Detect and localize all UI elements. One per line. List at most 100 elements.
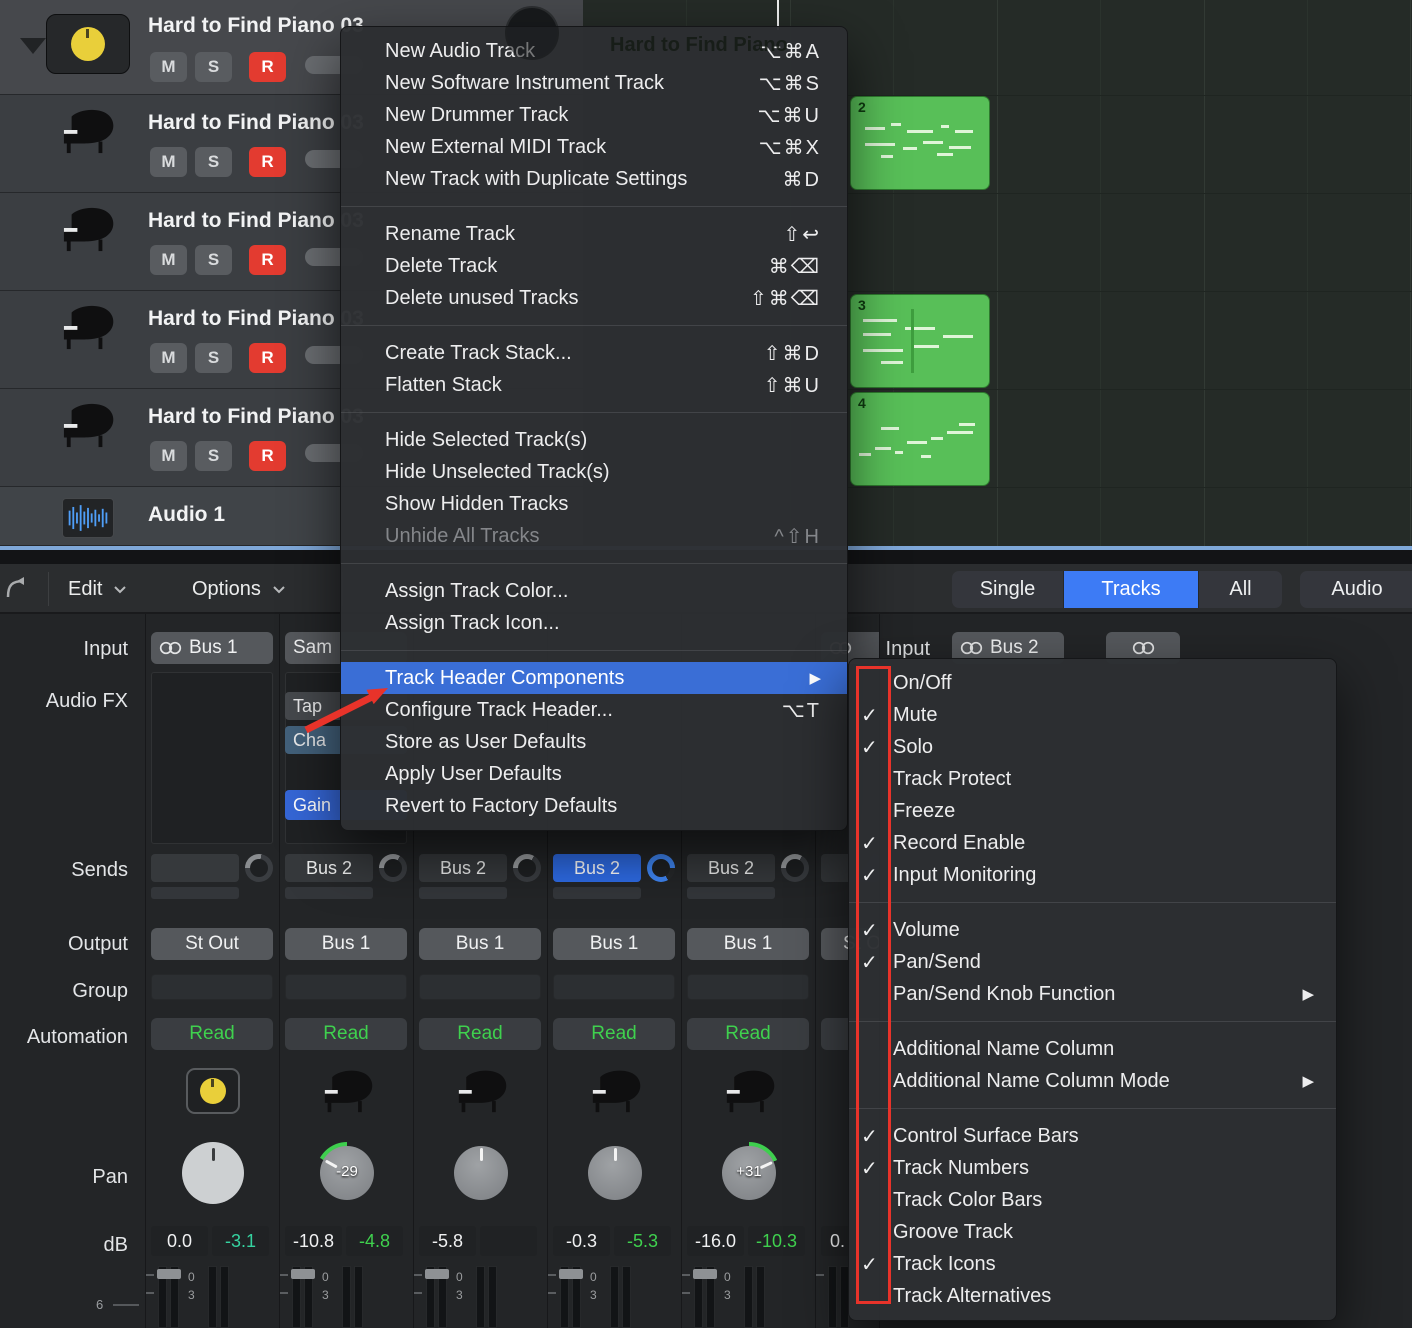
submenu-item-additional-name-column[interactable]: Additional Name Column	[849, 1033, 1336, 1065]
send-knob[interactable]	[781, 854, 809, 882]
solo-button[interactable]: S	[195, 52, 232, 82]
send-slot[interactable]	[151, 854, 239, 882]
send-bus-slot[interactable]: Bus 2	[553, 854, 641, 882]
midi-region[interactable]: 4	[850, 392, 990, 486]
volume-db-value[interactable]: -10.8	[285, 1226, 342, 1256]
submenu-item-solo[interactable]: ✓ Solo	[849, 731, 1336, 763]
send-knob[interactable]	[513, 854, 541, 882]
submenu-item-freeze[interactable]: Freeze	[849, 795, 1336, 827]
menu-item-new-external-midi-track[interactable]: New External MIDI Track ⌥⌘X	[341, 131, 847, 163]
output-slot[interactable]: St Out	[151, 928, 273, 960]
menu-item-assign-track-color[interactable]: Assign Track Color...	[341, 575, 847, 607]
fader-handle[interactable]	[291, 1269, 315, 1279]
menu-item-track-header-components[interactable]: Track Header Components ▶	[341, 662, 847, 694]
track-name[interactable]: Hard to Find Piano 03	[148, 307, 364, 331]
output-slot[interactable]: Bus 1	[553, 928, 675, 960]
group-slot[interactable]	[285, 974, 407, 1000]
fader-handle[interactable]	[693, 1269, 717, 1279]
output-slot[interactable]: Bus 1	[419, 928, 541, 960]
submenu-item-pan-send-knob-function[interactable]: Pan/Send Knob Function ▶	[849, 978, 1336, 1010]
automation-mode-button[interactable]: Read	[151, 1018, 273, 1050]
menu-item-new-drummer-track[interactable]: New Drummer Track ⌥⌘U	[341, 99, 847, 131]
automation-mode-button[interactable]: Read	[419, 1018, 541, 1050]
volume-db-value[interactable]: -16.0	[687, 1226, 744, 1256]
submenu-item-on-off[interactable]: On/Off	[849, 667, 1336, 699]
audio-fx-area[interactable]	[151, 672, 273, 844]
group-slot[interactable]	[151, 974, 273, 1000]
mute-button[interactable]: M	[150, 441, 187, 471]
send-knob[interactable]	[245, 854, 273, 882]
fader-handle[interactable]	[157, 1269, 181, 1279]
input-slot[interactable]: Bus 1	[151, 632, 273, 664]
menu-item-configure-track-header[interactable]: Configure Track Header... ⌥T	[341, 694, 847, 726]
submenu-item-record-enable[interactable]: ✓ Record Enable	[849, 827, 1336, 859]
submenu-item-track-icons[interactable]: ✓ Track Icons	[849, 1248, 1336, 1280]
submenu-item-volume[interactable]: ✓ Volume	[849, 914, 1336, 946]
send-knob[interactable]	[379, 854, 407, 882]
solo-button[interactable]: S	[195, 147, 232, 177]
menu-item-apply-user-defaults[interactable]: Apply User Defaults	[341, 758, 847, 790]
automation-mode-button[interactable]: Read	[553, 1018, 675, 1050]
menu-item-hide-unselected-tracks[interactable]: Hide Unselected Track(s)	[341, 456, 847, 488]
track-name[interactable]: Hard to Find Piano 03	[148, 405, 364, 429]
record-enable-button[interactable]: R	[249, 147, 286, 177]
menu-item-new-software-instrument-track[interactable]: New Software Instrument Track ⌥⌘S	[341, 67, 847, 99]
record-enable-button[interactable]: R	[249, 441, 286, 471]
submenu-item-input-monitoring[interactable]: ✓ Input Monitoring	[849, 859, 1336, 891]
track-name[interactable]: Audio 1	[148, 503, 225, 527]
mute-button[interactable]: M	[150, 245, 187, 275]
midi-region[interactable]: 2	[850, 96, 990, 190]
submenu-item-track-color-bars[interactable]: Track Color Bars	[849, 1184, 1336, 1216]
fader-track[interactable]	[828, 1266, 837, 1328]
submenu-item-track-alternatives[interactable]: Track Alternatives	[849, 1280, 1336, 1312]
fader-handle[interactable]	[559, 1269, 583, 1279]
record-enable-button[interactable]: R	[249, 343, 286, 373]
send-slot-empty[interactable]	[285, 887, 373, 899]
menu-item-revert-factory-defaults[interactable]: Revert to Factory Defaults	[341, 790, 847, 822]
volume-db-value[interactable]: -5.8	[419, 1226, 476, 1256]
send-slot-empty[interactable]	[419, 887, 507, 899]
group-slot[interactable]	[687, 974, 809, 1000]
disclosure-triangle-icon[interactable]	[20, 38, 46, 54]
send-bus-slot[interactable]: Bus 2	[687, 854, 775, 882]
group-slot[interactable]	[419, 974, 541, 1000]
edit-menu-button[interactable]: Edit	[62, 570, 133, 608]
menu-item-flatten-stack[interactable]: Flatten Stack ⇧⌘U	[341, 369, 847, 401]
menu-item-show-hidden-tracks[interactable]: Show Hidden Tracks	[341, 488, 847, 520]
pan-knob[interactable]	[584, 1142, 646, 1204]
view-tracks-button[interactable]: Tracks	[1063, 571, 1198, 608]
output-slot[interactable]: Bus 1	[285, 928, 407, 960]
menu-item-new-track-duplicate-settings[interactable]: New Track with Duplicate Settings ⌘D	[341, 163, 847, 195]
menu-item-delete-track[interactable]: Delete Track ⌘⌫	[341, 250, 847, 282]
view-audio-button[interactable]: Audio	[1300, 571, 1412, 608]
send-slot-empty[interactable]	[553, 887, 641, 899]
track-name[interactable]: Hard to Find Piano 03	[148, 14, 364, 38]
menu-item-rename-track[interactable]: Rename Track ⇧↩	[341, 218, 847, 250]
group-slot[interactable]	[553, 974, 675, 1000]
send-bus-slot[interactable]: Bus 2	[285, 854, 373, 882]
pan-knob[interactable]: +31	[718, 1142, 780, 1204]
record-enable-button[interactable]: R	[249, 52, 286, 82]
volume-db-value[interactable]: -0.3	[553, 1226, 610, 1256]
automation-mode-button[interactable]: Read	[285, 1018, 407, 1050]
pan-knob[interactable]	[450, 1142, 512, 1204]
submenu-item-additional-name-column-mode[interactable]: Additional Name Column Mode ▶	[849, 1065, 1336, 1097]
midi-region[interactable]: 3	[850, 294, 990, 388]
fader-handle[interactable]	[425, 1269, 449, 1279]
track-name[interactable]: Hard to Find Piano 03	[148, 111, 364, 135]
record-enable-button[interactable]: R	[249, 245, 286, 275]
send-slot-empty[interactable]	[687, 887, 775, 899]
menu-item-assign-track-icon[interactable]: Assign Track Icon...	[341, 607, 847, 639]
solo-button[interactable]: S	[195, 245, 232, 275]
submenu-item-control-surface-bars[interactable]: ✓ Control Surface Bars	[849, 1120, 1336, 1152]
stack-knob-button[interactable]	[46, 14, 130, 74]
view-single-button[interactable]: Single	[952, 571, 1063, 608]
menu-item-delete-unused-tracks[interactable]: Delete unused Tracks ⇧⌘⌫	[341, 282, 847, 314]
mute-button[interactable]: M	[150, 52, 187, 82]
options-menu-button[interactable]: Options	[186, 570, 292, 608]
submenu-item-track-numbers[interactable]: ✓ Track Numbers	[849, 1152, 1336, 1184]
pan-knob[interactable]	[182, 1142, 244, 1204]
pan-knob[interactable]: -29	[316, 1142, 378, 1204]
send-bus-slot[interactable]: Bus 2	[419, 854, 507, 882]
output-slot[interactable]: Bus 1	[687, 928, 809, 960]
